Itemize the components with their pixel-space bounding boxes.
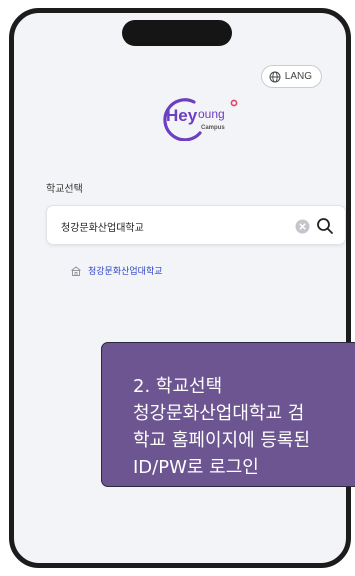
callout-title: 2. 학교선택 — [133, 376, 223, 397]
search-icon[interactable] — [315, 216, 335, 236]
language-label: LANG — [284, 71, 312, 82]
school-icon — [71, 265, 81, 276]
callout-line-2: 학교 홈페이지에 등록된 — [133, 430, 311, 451]
tutorial-callout: 2. 학교선택 청강문화산업대학교 검 학교 홈페이지에 등록된 ID/PW로 … — [101, 342, 355, 487]
clear-icon[interactable] — [295, 219, 310, 234]
search-result-label: 청강문화산업대학교 — [88, 267, 163, 277]
heyoung-campus-logo: Hey oung Campus — [163, 98, 238, 141]
globe-icon — [269, 71, 281, 82]
logo-campus-text: Campus — [201, 125, 225, 131]
logo-oung-text: oung — [198, 107, 225, 121]
school-search-box — [46, 205, 346, 245]
school-select-label: 학교선택 — [46, 184, 83, 195]
school-search-input[interactable] — [61, 216, 266, 236]
callout-line-3: ID/PW로 로그인 — [133, 457, 259, 478]
search-result-item[interactable]: 청강문화산업대학교 — [70, 264, 163, 277]
logo-hey-text: Hey — [166, 106, 198, 125]
callout-line-1: 청강문화산업대학교 검 — [133, 403, 305, 424]
phone-notch — [122, 20, 232, 46]
language-button[interactable]: LANG — [260, 65, 322, 88]
